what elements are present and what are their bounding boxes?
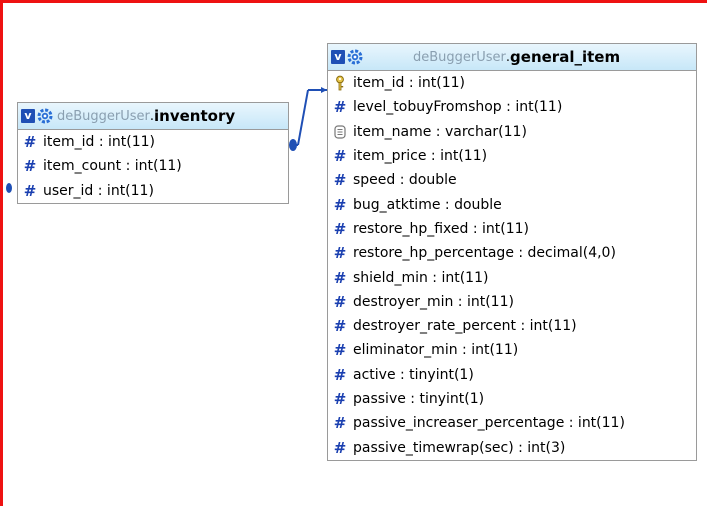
field-row[interactable]: # level_tobuyFromshop : int(11) [328, 95, 696, 119]
hash-icon: # [333, 219, 347, 238]
table-title: general_item [510, 48, 621, 66]
field-label: eliminator_min : int(11) [353, 342, 519, 359]
field-row[interactable]: # restore_hp_percentage : decimal(4,0) [328, 241, 696, 265]
field-label: destroyer_min : int(11) [353, 293, 514, 310]
field-row[interactable]: # item_id : int(11) [18, 130, 288, 154]
field-row[interactable]: # restore_hp_fixed : int(11) [328, 217, 696, 241]
hash-icon: # [333, 244, 347, 263]
field-label: speed : double [353, 172, 457, 189]
hash-icon: # [333, 268, 347, 287]
field-label: item_id : int(11) [353, 75, 466, 92]
hash-icon: # [23, 181, 37, 200]
field-row[interactable]: # eliminator_min : int(11) [328, 338, 696, 362]
table-header-general-item[interactable]: v deBuggerUser. general_item [328, 44, 696, 71]
hash-icon: # [333, 98, 347, 117]
hash-icon: # [333, 438, 347, 457]
field-label: shield_min : int(11) [353, 269, 489, 286]
field-label: user_id : int(11) [43, 182, 154, 199]
field-label: active : tinyint(1) [353, 366, 474, 383]
table-general-item[interactable]: v deBuggerUser. general_item item_id : in… [327, 43, 697, 461]
hash-icon: # [333, 317, 347, 336]
hash-icon: # [333, 195, 347, 214]
field-row[interactable]: # passive_increaser_percentage : int(11) [328, 411, 696, 435]
gear-icon[interactable] [36, 107, 54, 125]
key-icon [336, 75, 344, 91]
field-label: passive_timewrap(sec) : int(3) [353, 439, 566, 456]
field-row[interactable]: # destroyer_min : int(11) [328, 290, 696, 314]
hash-icon: # [333, 365, 347, 384]
schema-name: deBuggerUser [413, 49, 506, 65]
field-label: restore_hp_fixed : int(11) [353, 220, 530, 237]
field-row[interactable]: item_id : int(11) [328, 71, 696, 95]
hash-icon: # [23, 133, 37, 152]
hash-icon: # [333, 390, 347, 408]
field-row[interactable]: # user_id : int(11) [18, 179, 288, 203]
table-title: inventory [154, 107, 236, 125]
field-row[interactable]: # passive : tinyint(1) [328, 387, 696, 411]
field-label: item_price : int(11) [353, 148, 488, 165]
table-inventory[interactable]: v deBuggerUser. inventory # item_id : int… [17, 102, 289, 204]
field-label: passive_increaser_percentage : int(11) [353, 415, 625, 432]
field-row[interactable]: # destroyer_rate_percent : int(11) [328, 314, 696, 338]
field-label: item_count : int(11) [43, 158, 182, 175]
table-header-inventory[interactable]: v deBuggerUser. inventory [18, 103, 288, 130]
field-row[interactable]: # passive_timewrap(sec) : int(3) [328, 435, 696, 459]
field-row[interactable]: # shield_min : int(11) [328, 265, 696, 289]
designer-canvas[interactable]: v deBuggerUser. inventory # item_id : int… [0, 0, 707, 506]
hash-icon: # [333, 147, 347, 166]
hash-icon: # [23, 157, 37, 176]
field-label: item_id : int(11) [43, 134, 156, 151]
text-field-icon [334, 125, 346, 139]
field-label: level_tobuyFromshop : int(11) [353, 99, 563, 116]
hash-icon: # [333, 341, 347, 360]
field-row[interactable]: item_name : varchar(11) [328, 120, 696, 144]
field-label: bug_atktime : double [353, 196, 502, 213]
gear-icon[interactable] [346, 48, 364, 66]
hash-icon: # [333, 292, 347, 311]
collapse-toggle-icon[interactable]: v [21, 109, 35, 123]
field-label: item_name : varchar(11) [353, 123, 527, 140]
collapse-toggle-icon[interactable]: v [331, 50, 345, 64]
field-label: destroyer_rate_percent : int(11) [353, 318, 577, 335]
schema-name: deBuggerUser [57, 108, 150, 124]
field-label: passive : tinyint(1) [353, 391, 485, 407]
field-row[interactable]: # item_count : int(11) [18, 154, 288, 178]
field-row[interactable]: # item_price : int(11) [328, 144, 696, 168]
hash-icon: # [333, 171, 347, 190]
field-row[interactable]: # bug_atktime : double [328, 192, 696, 216]
field-row[interactable]: # active : tinyint(1) [328, 363, 696, 387]
hash-icon: # [333, 414, 347, 433]
field-row[interactable]: # speed : double [328, 168, 696, 192]
field-label: restore_hp_percentage : decimal(4,0) [353, 245, 616, 262]
